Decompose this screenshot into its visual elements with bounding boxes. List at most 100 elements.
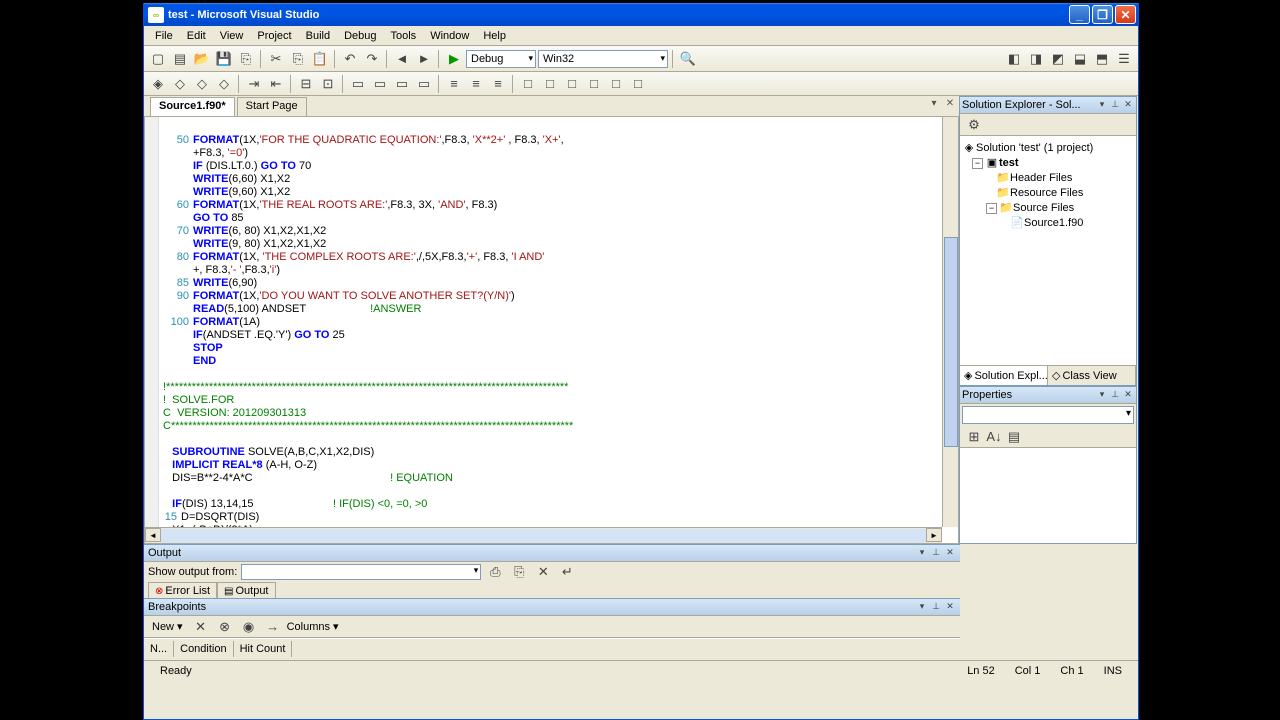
panel-dropdown-icon[interactable]: ▾ (1096, 99, 1108, 111)
editor-hscroll[interactable]: ◄ ► (145, 527, 942, 543)
undo-icon[interactable]: ↶ (340, 49, 360, 69)
title-bar: ∞ test - Microsoft Visual Studio _ ❐ ✕ (144, 3, 1138, 26)
tt-icon-12[interactable]: □ (606, 74, 626, 94)
tab-solution-explorer[interactable]: ◈Solution Expl... (960, 366, 1048, 385)
tb-icon-a[interactable]: ◧ (1004, 49, 1024, 69)
menu-edit[interactable]: Edit (180, 28, 213, 44)
tab-class-view[interactable]: ◇Class View (1048, 366, 1136, 385)
bp-goto-icon[interactable]: → (263, 617, 283, 637)
bp-delete-icon[interactable]: ✕ (191, 617, 211, 637)
prop-pages-icon[interactable]: ▤ (1004, 427, 1024, 447)
tt-icon-8[interactable]: □ (518, 74, 538, 94)
tt-icon-9[interactable]: □ (540, 74, 560, 94)
prop-pin-icon[interactable]: ⊥ (1109, 389, 1121, 401)
tt-icon-4[interactable]: ▭ (414, 74, 434, 94)
bp-columns-button[interactable]: Columns ▾ (287, 620, 339, 633)
maximize-button[interactable]: ❐ (1092, 5, 1113, 24)
properties-grid[interactable] (960, 448, 1136, 543)
indent-icon[interactable]: ⇥ (244, 74, 264, 94)
nav-back-icon[interactable]: ◄ (392, 49, 412, 69)
platform-combo[interactable]: Win32 (538, 50, 668, 68)
out-icon-1[interactable]: ⎙ (485, 562, 505, 582)
start-debug-icon[interactable]: ▶ (444, 49, 464, 69)
redo-icon[interactable]: ↷ (362, 49, 382, 69)
toolbar-main: ▢ ▤ 📂 💾 ⎘ ✂ ⎘ 📋 ↶ ↷ ◄ ► ▶ Debug Win32 🔍 … (144, 46, 1138, 72)
bookmark-icon[interactable]: ◈ (148, 74, 168, 94)
menu-help[interactable]: Help (476, 28, 513, 44)
tt-icon-1[interactable]: ▭ (348, 74, 368, 94)
tt-icon-11[interactable]: □ (584, 74, 604, 94)
tab-dropdown-icon[interactable]: ▾ (927, 98, 941, 112)
open-icon[interactable]: 📂 (192, 49, 212, 69)
bp-delete-all-icon[interactable]: ⊗ (215, 617, 235, 637)
tab-start-page[interactable]: Start Page (237, 97, 307, 116)
menu-build[interactable]: Build (299, 28, 337, 44)
menu-project[interactable]: Project (250, 28, 298, 44)
nav-fwd-icon[interactable]: ► (414, 49, 434, 69)
output-dropdown-icon[interactable]: ▾ (916, 547, 928, 559)
tt-icon-3[interactable]: ▭ (392, 74, 412, 94)
bp-column-headers[interactable]: N... Condition Hit Count (144, 638, 960, 658)
save-all-icon[interactable]: ⎘ (236, 49, 256, 69)
find-icon[interactable]: 🔍 (678, 49, 698, 69)
bp-toggle-icon[interactable]: ◉ (239, 617, 259, 637)
paste-icon[interactable]: 📋 (310, 49, 330, 69)
tt-icon-10[interactable]: □ (562, 74, 582, 94)
code-editor[interactable]: 50FORMAT(1X,'FOR THE QUADRATIC EQUATION:… (144, 116, 959, 544)
alphabetical-icon[interactable]: A↓ (984, 427, 1004, 447)
output-pin-icon[interactable]: ⊥ (930, 547, 942, 559)
tb-icon-b[interactable]: ◨ (1026, 49, 1046, 69)
menu-debug[interactable]: Debug (337, 28, 383, 44)
prop-close-icon[interactable]: ✕ (1122, 389, 1134, 401)
bp-dropdown-icon[interactable]: ▾ (916, 601, 928, 613)
panel-close-icon[interactable]: ✕ (1122, 99, 1134, 111)
tb-icon-e[interactable]: ⬒ (1092, 49, 1112, 69)
cut-icon[interactable]: ✂ (266, 49, 286, 69)
bp-new-button[interactable]: New ▾ (148, 619, 187, 634)
minimize-button[interactable]: _ (1069, 5, 1090, 24)
tab-source1[interactable]: Source1.f90* (150, 97, 235, 116)
output-source-combo[interactable] (241, 564, 481, 580)
comment-icon[interactable]: ⊟ (296, 74, 316, 94)
editor-gutter (145, 117, 159, 543)
tt-icon-5[interactable]: ≡ (444, 74, 464, 94)
properties-icon[interactable]: ⚙ (964, 115, 984, 135)
tt-icon-2[interactable]: ▭ (370, 74, 390, 94)
outdent-icon[interactable]: ⇤ (266, 74, 286, 94)
menu-tools[interactable]: Tools (384, 28, 424, 44)
add-item-icon[interactable]: ▤ (170, 49, 190, 69)
bp-close-icon[interactable]: ✕ (944, 601, 956, 613)
new-project-icon[interactable]: ▢ (148, 49, 168, 69)
editor-vscroll[interactable] (942, 117, 958, 527)
save-icon[interactable]: 💾 (214, 49, 234, 69)
tb-icon-d[interactable]: ⬓ (1070, 49, 1090, 69)
tt-icon-7[interactable]: ≡ (488, 74, 508, 94)
menu-file[interactable]: File (148, 28, 180, 44)
properties-header: Properties ▾ ⊥ ✕ (960, 387, 1136, 404)
copy-icon[interactable]: ⎘ (288, 49, 308, 69)
panel-pin-icon[interactable]: ⊥ (1109, 99, 1121, 111)
menu-bar: File Edit View Project Build Debug Tools… (144, 26, 1138, 46)
next-bookmark-icon[interactable]: ◇ (192, 74, 212, 94)
solution-tree[interactable]: ◈Solution 'test' (1 project) −▣test 📁Hea… (960, 136, 1136, 365)
out-icon-4[interactable]: ↵ (557, 562, 577, 582)
prev-bookmark-icon[interactable]: ◇ (170, 74, 190, 94)
config-combo[interactable]: Debug (466, 50, 536, 68)
clear-bookmark-icon[interactable]: ◇ (214, 74, 234, 94)
menu-window[interactable]: Window (423, 28, 476, 44)
out-icon-3[interactable]: ✕ (533, 562, 553, 582)
menu-view[interactable]: View (213, 28, 251, 44)
tt-icon-13[interactable]: □ (628, 74, 648, 94)
uncomment-icon[interactable]: ⊡ (318, 74, 338, 94)
categorized-icon[interactable]: ⊞ (964, 427, 984, 447)
output-close-icon[interactable]: ✕ (944, 547, 956, 559)
properties-object-combo[interactable] (962, 406, 1134, 424)
tb-icon-c[interactable]: ◩ (1048, 49, 1068, 69)
close-button[interactable]: ✕ (1115, 5, 1136, 24)
bp-pin-icon[interactable]: ⊥ (930, 601, 942, 613)
prop-dropdown-icon[interactable]: ▾ (1096, 389, 1108, 401)
tb-icon-f[interactable]: ☰ (1114, 49, 1134, 69)
tt-icon-6[interactable]: ≡ (466, 74, 486, 94)
out-icon-2[interactable]: ⎘ (509, 562, 529, 582)
tab-close-icon[interactable]: ✕ (943, 98, 957, 112)
